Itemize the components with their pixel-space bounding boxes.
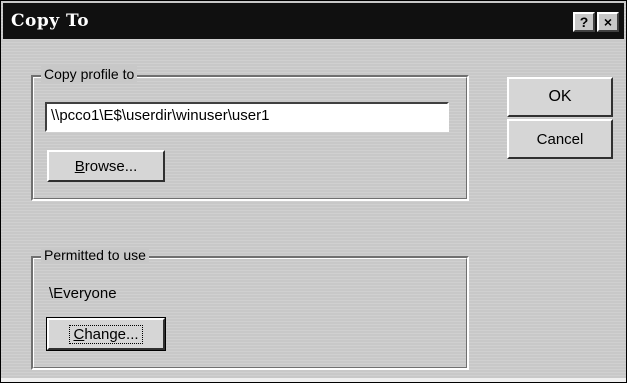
ok-label: OK — [548, 88, 572, 105]
cancel-label: Cancel — [536, 130, 584, 148]
copy-to-dialog: Copy To ? × Copy profile to \\pcco1\E$\u… — [0, 0, 627, 383]
permitted-legend: Permitted to use — [41, 247, 149, 263]
copy-path-input[interactable]: \\pcco1\E$\userdir\winuser\user1 — [45, 102, 449, 132]
permitted-group: Permitted to use — [31, 247, 469, 370]
dialog-bottom-edge — [1, 378, 626, 382]
browse-label: rowse... — [84, 157, 138, 175]
help-button[interactable]: ? — [573, 12, 595, 32]
browse-button[interactable]: Browse... — [47, 150, 165, 182]
help-icon: ? — [579, 14, 589, 30]
close-icon: × — [603, 14, 613, 30]
change-button[interactable]: Change... — [46, 317, 166, 351]
ok-button[interactable]: OK — [507, 77, 613, 117]
browse-mnemonic: B — [74, 157, 85, 175]
close-button[interactable]: × — [597, 12, 619, 32]
copy-profile-group: Copy profile to — [31, 66, 469, 201]
copy-profile-legend: Copy profile to — [41, 66, 138, 82]
permitted-user: \Everyone — [49, 285, 117, 302]
change-label: hange... — [84, 325, 139, 343]
title-bar[interactable]: Copy To ? × — [3, 3, 624, 39]
cancel-button[interactable]: Cancel — [507, 119, 613, 159]
window-title: Copy To — [11, 11, 90, 31]
change-mnemonic: C — [73, 325, 85, 343]
